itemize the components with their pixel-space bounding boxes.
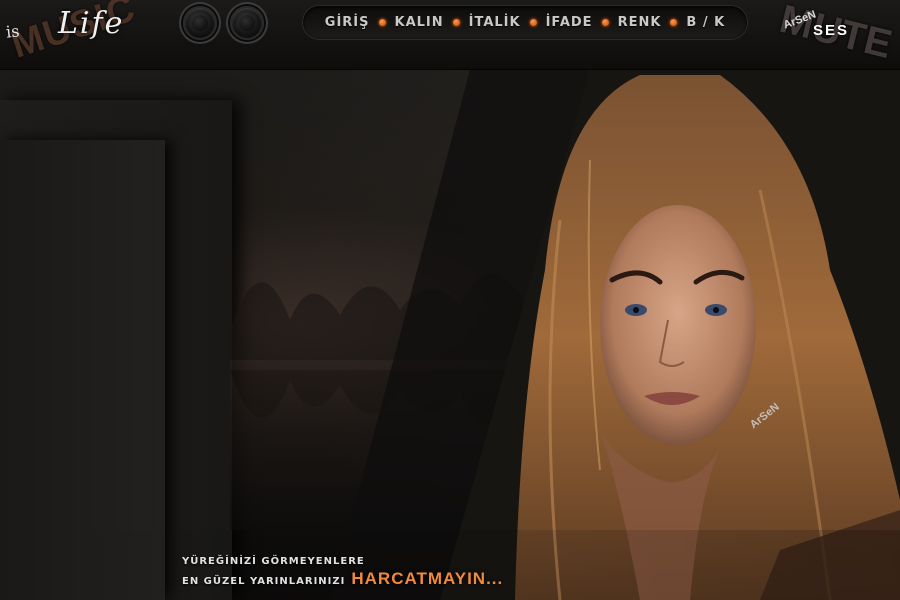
separator-dot-icon xyxy=(452,19,460,26)
separator-dot-icon xyxy=(529,19,537,26)
menu-item-black-white[interactable]: B / K xyxy=(686,15,725,30)
separator-dot-icon xyxy=(601,19,609,26)
menu-item-italic[interactable]: İTALİK xyxy=(469,15,521,30)
logo-word: SES xyxy=(813,22,850,39)
background-scene xyxy=(0,70,900,600)
tagline: YÜREĞİNİZİ GÖRMEYENLERE EN GÜZEL YARINLA… xyxy=(182,556,503,589)
tagline-line-2-wrap: EN GÜZEL YARINLARINIZI HARCATMAYIN... xyxy=(182,569,503,589)
tagline-line-2: EN GÜZEL YARINLARINIZI xyxy=(182,576,346,587)
landscape-artwork xyxy=(0,70,900,600)
separator-dot-icon xyxy=(378,19,386,26)
separator-dot-icon xyxy=(670,19,678,26)
menu-item-emote[interactable]: İFADE xyxy=(546,15,593,30)
volume-knob-icon[interactable] xyxy=(230,6,264,40)
tagline-highlight: HARCATMAYIN... xyxy=(351,569,504,588)
menu-item-giris[interactable]: GİRİŞ xyxy=(325,15,370,30)
format-menu: GİRİŞ KALIN İTALİK İFADE RENK B / K xyxy=(303,6,747,39)
tagline-line-1: YÜREĞİNİZİ GÖRMEYENLERE xyxy=(182,556,365,567)
top-bar: MUSIC is Life GİRİŞ KALIN İTALİK İFADE R… xyxy=(0,0,900,70)
menu-item-bold[interactable]: KALIN xyxy=(395,15,444,30)
brand-logo[interactable]: MUTE ArSeN SES xyxy=(775,0,896,70)
menu-item-color[interactable]: RENK xyxy=(618,15,662,30)
logo-prefix: is xyxy=(5,21,21,42)
site-logo[interactable]: MUSIC is Life xyxy=(4,0,141,70)
logo-word: Life xyxy=(58,6,125,41)
volume-knob-icon[interactable] xyxy=(183,6,217,40)
